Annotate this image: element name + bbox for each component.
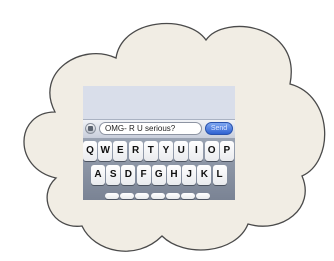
key-partial[interactable] xyxy=(105,193,119,199)
phone-screen: OMG- R U serious? Send QWERTYUIOP ASDFGH… xyxy=(83,86,235,200)
key-l[interactable]: L xyxy=(212,165,227,185)
key-i[interactable]: I xyxy=(189,141,204,161)
message-field[interactable]: OMG- R U serious? xyxy=(99,122,202,135)
keyboard: QWERTYUIOP ASDFGHJKL xyxy=(83,138,235,200)
key-partial[interactable] xyxy=(181,193,195,199)
key-partial[interactable] xyxy=(165,193,180,199)
key-k[interactable]: K xyxy=(197,165,212,185)
key-h[interactable]: H xyxy=(167,165,181,185)
cloud-illustration: OMG- R U serious? Send QWERTYUIOP ASDFGH… xyxy=(0,0,334,261)
message-thread-area xyxy=(83,86,235,119)
key-d[interactable]: D xyxy=(121,165,136,185)
key-t[interactable]: T xyxy=(143,141,158,161)
key-e[interactable]: E xyxy=(113,141,128,161)
key-p[interactable]: P xyxy=(219,141,234,161)
key-partial[interactable] xyxy=(135,193,150,199)
key-j[interactable]: J xyxy=(182,165,197,185)
key-q[interactable]: Q xyxy=(83,141,97,161)
key-r[interactable]: R xyxy=(128,141,143,161)
key-partial[interactable] xyxy=(196,193,211,199)
key-o[interactable]: O xyxy=(204,141,219,161)
key-s[interactable]: S xyxy=(106,165,121,185)
key-u[interactable]: U xyxy=(174,141,189,161)
key-partial[interactable] xyxy=(150,193,165,199)
key-a[interactable]: A xyxy=(91,165,105,185)
send-button[interactable]: Send xyxy=(205,122,233,135)
key-w[interactable]: W xyxy=(98,141,113,161)
key-partial[interactable] xyxy=(120,193,135,199)
camera-icon[interactable] xyxy=(85,123,96,134)
key-g[interactable]: G xyxy=(151,165,166,185)
key-y[interactable]: Y xyxy=(159,141,173,161)
message-input-bar: OMG- R U serious? Send xyxy=(83,119,235,138)
key-f[interactable]: F xyxy=(136,165,151,185)
